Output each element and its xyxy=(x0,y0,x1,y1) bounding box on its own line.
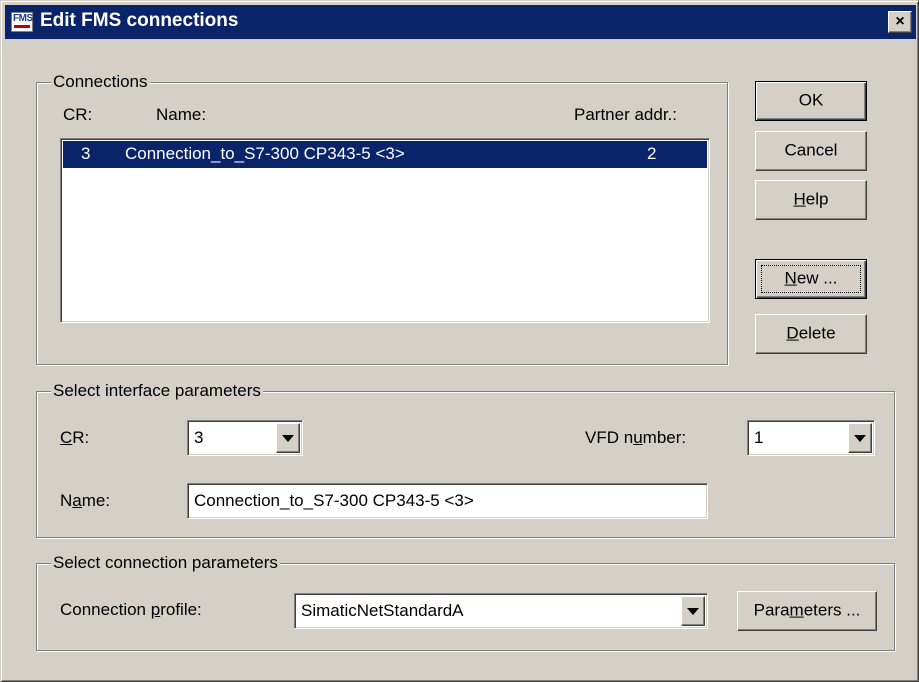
list-item-partner-addr: 2 xyxy=(647,144,657,163)
chevron-down-icon[interactable] xyxy=(848,423,872,453)
vfd-number-select[interactable]: 1 xyxy=(747,420,875,456)
name-label: Name: xyxy=(60,491,111,510)
delete-button[interactable]: Delete xyxy=(755,314,867,354)
cr-label: CR: xyxy=(60,428,90,447)
list-item-cr: 3 xyxy=(81,144,91,163)
name-field[interactable]: Connection_to_S7-300 CP343-5 <3> xyxy=(187,483,708,519)
chevron-down-icon[interactable] xyxy=(276,423,300,453)
list-item[interactable]: 3 Connection_to_S7-300 CP343-5 <3> 2 xyxy=(63,141,707,168)
parameters-button[interactable]: Parameters ... xyxy=(737,591,877,631)
list-item-name: Connection_to_S7-300 CP343-5 <3> xyxy=(125,144,405,163)
help-button[interactable]: Help xyxy=(755,180,867,220)
chevron-down-icon[interactable] xyxy=(681,596,705,626)
window-title: Edit FMS connections xyxy=(40,10,239,31)
connections-group-label: Connections xyxy=(51,72,150,92)
connection-profile-label: Connection profile: xyxy=(60,600,202,619)
column-header-partner-addr: Partner addr.: xyxy=(574,105,678,124)
interface-parameters-group-label: Select interface parameters xyxy=(51,381,263,401)
cancel-button[interactable]: Cancel xyxy=(755,131,867,171)
connection-profile-select[interactable]: SimaticNetStandardA xyxy=(294,593,708,629)
close-button[interactable]: × xyxy=(888,11,912,33)
new-button[interactable]: New ... xyxy=(755,259,867,299)
connection-parameters-group-label: Select connection parameters xyxy=(51,553,280,573)
edit-fms-connections-dialog: FMS Edit FMS connections × Connections C… xyxy=(0,0,919,682)
fms-icon: FMS xyxy=(11,12,33,32)
column-header-cr: CR: xyxy=(63,105,93,124)
cr-select[interactable]: 3 xyxy=(187,420,303,456)
ok-button[interactable]: OK xyxy=(755,81,867,121)
column-header-name: Name: xyxy=(156,105,207,124)
title-bar[interactable]: FMS Edit FMS connections × xyxy=(5,5,916,39)
connections-list[interactable]: 3 Connection_to_S7-300 CP343-5 <3> 2 xyxy=(60,138,710,323)
vfd-number-label: VFD number: xyxy=(585,428,687,447)
